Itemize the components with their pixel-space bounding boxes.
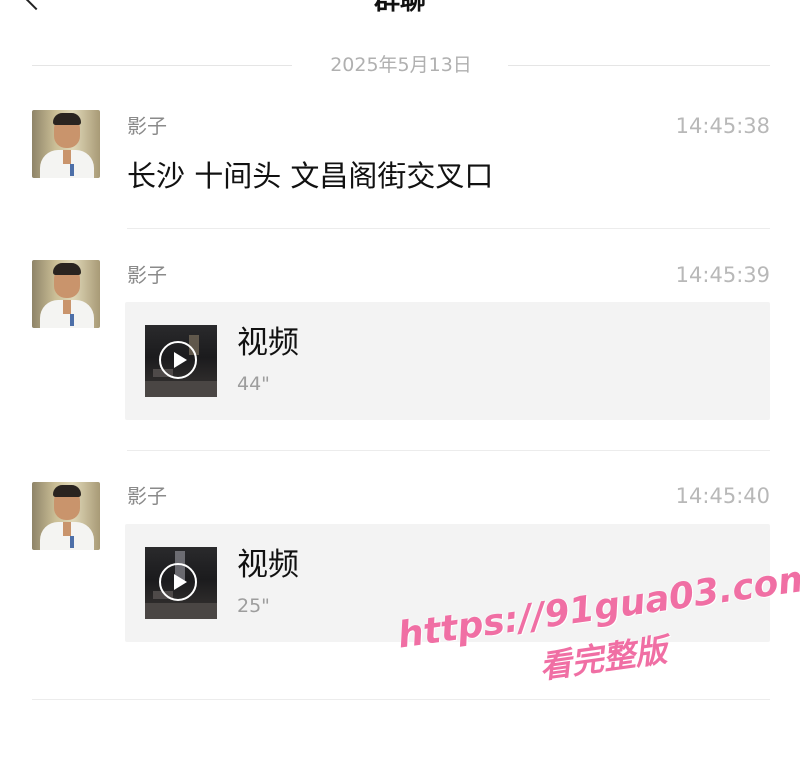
video-card[interactable]: 视频 44"	[125, 302, 770, 420]
video-label: 视频	[237, 325, 299, 361]
sender-name: 影子	[127, 263, 167, 287]
sender-name: 影子	[127, 114, 167, 138]
message-time: 14:45:38	[675, 114, 770, 138]
message-time: 14:45:39	[675, 263, 770, 287]
message-text[interactable]: 长沙 十间头 文昌阁街交叉口	[127, 158, 493, 194]
avatar[interactable]	[32, 110, 100, 178]
date-divider: 2025年5月13日	[32, 52, 770, 78]
play-icon[interactable]	[159, 563, 197, 601]
divider-line-right	[508, 65, 770, 66]
avatar[interactable]	[32, 260, 100, 328]
page-title: 群聊	[373, 0, 426, 16]
avatar[interactable]	[32, 482, 100, 550]
video-label: 视频	[237, 547, 299, 583]
message-separator	[127, 450, 770, 451]
chat-header: 群聊	[0, 0, 800, 18]
message-separator	[127, 228, 770, 229]
video-thumbnail[interactable]	[145, 547, 217, 619]
message-time: 14:45:40	[675, 484, 770, 508]
video-duration: 25"	[237, 595, 270, 617]
video-thumbnail[interactable]	[145, 325, 217, 397]
play-icon[interactable]	[159, 341, 197, 379]
sender-name: 影子	[127, 484, 167, 508]
video-duration: 44"	[237, 373, 270, 395]
